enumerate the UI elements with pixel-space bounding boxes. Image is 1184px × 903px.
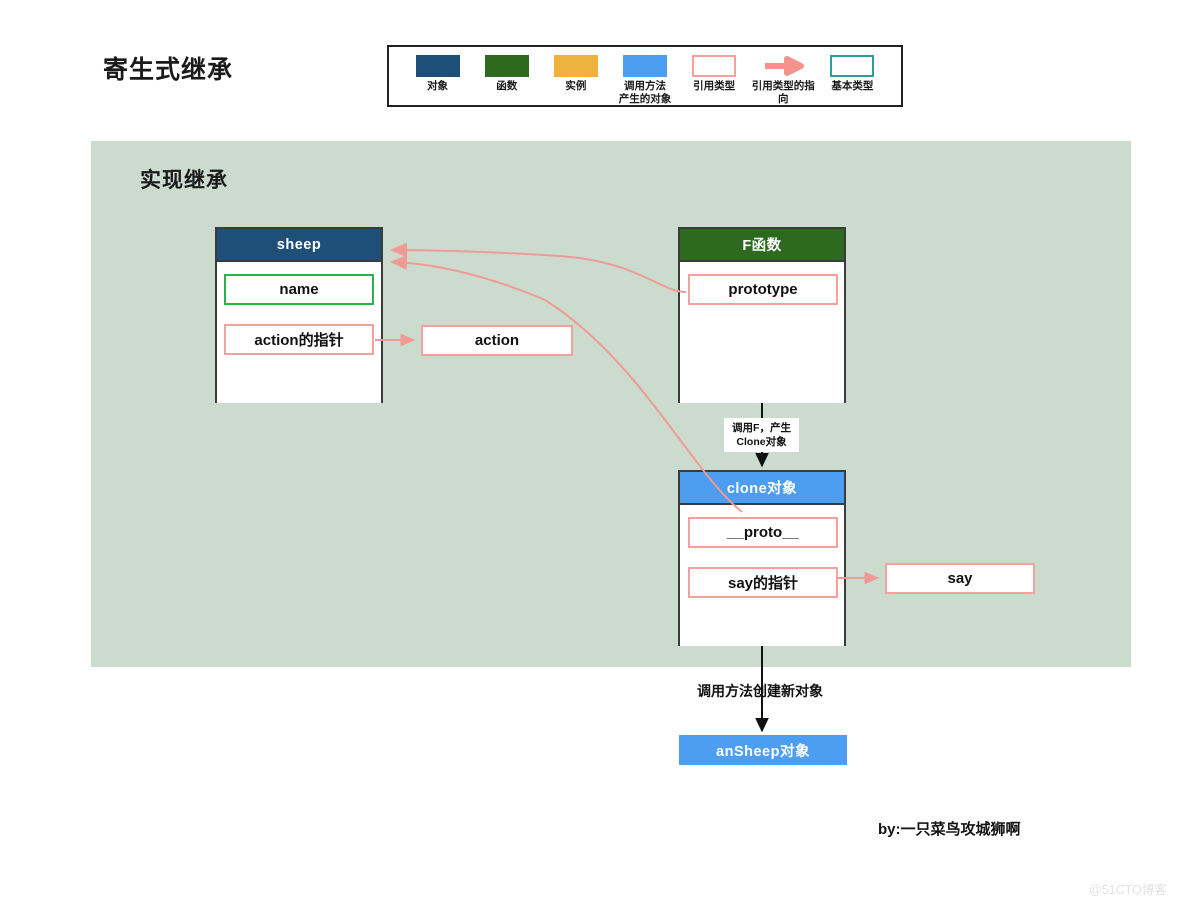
legend-label: 实例 — [565, 80, 587, 92]
f-function-body: prototype — [680, 260, 844, 403]
field-say-pointer: say的指针 — [688, 567, 838, 598]
watermark: @51CTO博客 — [1089, 883, 1167, 897]
sheep-body: name action的指针 — [217, 260, 381, 403]
legend-label: 基本类型 — [831, 80, 874, 92]
field-action-pointer: action的指针 — [224, 324, 374, 355]
legend-item-function: 函数 — [472, 55, 541, 93]
clone-body: __proto__ say的指针 — [680, 503, 844, 646]
legend-label: 引用类型 — [693, 80, 736, 92]
legend-item-reference-type: 引用类型 — [680, 55, 749, 93]
clone-header: clone对象 — [680, 472, 844, 503]
legend-label: 调用方法 产生的对象 — [618, 80, 672, 105]
panel-heading: 实现继承 — [140, 169, 228, 192]
filled-square-navy-icon — [415, 55, 460, 77]
legend-item-object: 对象 — [403, 55, 472, 93]
outline-square-pink-icon — [692, 55, 737, 77]
annotation-create-new-object: 调用方法创建新对象 — [697, 683, 823, 699]
diagram-canvas: 寄生式继承 对象 函数 实例 调用方法 产生的对象 引用类型 引用类型的指向 基… — [0, 0, 1184, 903]
legend-label: 函数 — [496, 80, 518, 92]
filled-square-yellow-icon — [553, 55, 598, 77]
filled-square-green-icon — [484, 55, 529, 77]
ansheep-object-box: anSheep对象 — [679, 735, 847, 765]
annotation-call-f: 调用F，产生 Clone对象 — [724, 418, 799, 453]
sheep-object-box: sheep name action的指针 — [215, 227, 383, 403]
field-proto: __proto__ — [688, 517, 838, 548]
filled-square-blue-icon — [622, 55, 667, 77]
arrow-right-icon — [761, 55, 805, 77]
field-name: name — [224, 274, 374, 305]
legend-item-created-object: 调用方法 产生的对象 — [610, 55, 679, 106]
page-title: 寄生式继承 — [103, 56, 234, 84]
f-function-box: F函数 prototype — [678, 227, 846, 403]
sheep-header: sheep — [217, 229, 381, 260]
clone-object-box: clone对象 __proto__ say的指针 — [678, 470, 846, 646]
legend-item-primitive-type: 基本类型 — [818, 55, 887, 93]
author-credit: by:一只菜鸟攻城狮啊 — [878, 821, 1021, 838]
outline-square-teal-icon — [830, 55, 875, 77]
say-box: say — [885, 563, 1035, 594]
field-prototype: prototype — [688, 274, 838, 305]
legend: 对象 函数 实例 调用方法 产生的对象 引用类型 引用类型的指向 基本类型 — [387, 45, 903, 107]
legend-label: 对象 — [427, 80, 449, 92]
legend-label: 引用类型的指向 — [751, 80, 815, 105]
legend-item-reference-pointer: 引用类型的指向 — [749, 55, 818, 106]
f-function-header: F函数 — [680, 229, 844, 260]
action-box: action — [421, 325, 573, 356]
legend-item-instance: 实例 — [541, 55, 610, 93]
